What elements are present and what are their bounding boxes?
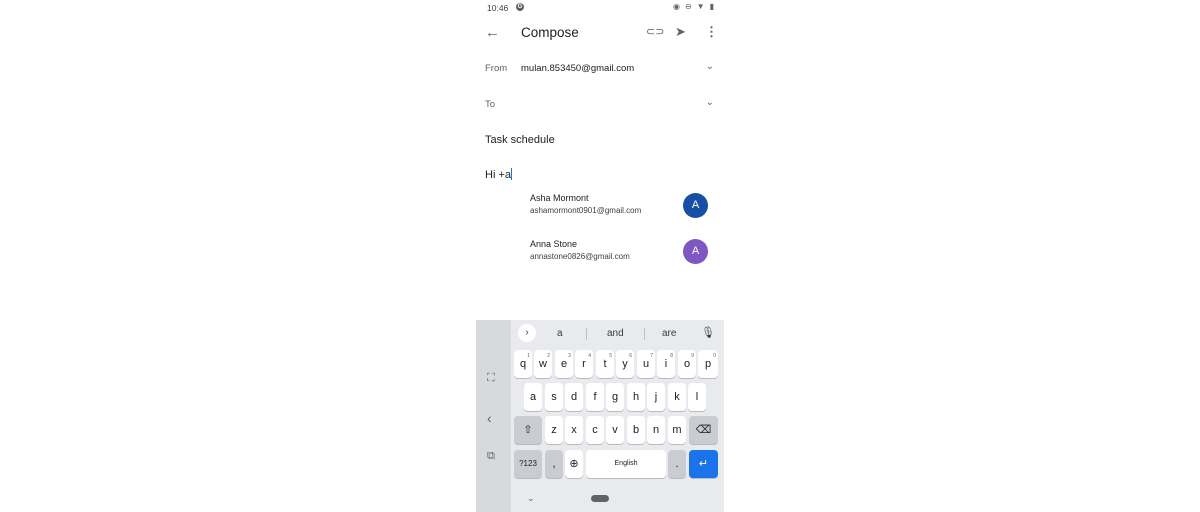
undock-icon[interactable]: ⧉ (487, 450, 495, 463)
subject-field[interactable]: Task schedule (485, 134, 555, 146)
word-suggestion[interactable]: a (557, 328, 563, 339)
key-g[interactable]: g (606, 383, 624, 411)
key-k[interactable]: k (668, 383, 686, 411)
eye-icon: ◉ (672, 2, 680, 11)
status-bar: 10:46 G ◉ ⊖ ▼ ▮ (476, 0, 724, 16)
resize-icon[interactable]: ⛶ (487, 372, 495, 385)
key-x[interactable]: x (565, 416, 583, 444)
key-l[interactable]: l (688, 383, 706, 411)
battery-icon: ▮ (709, 2, 714, 11)
key-d[interactable]: d (565, 383, 583, 411)
key-v[interactable]: v (606, 416, 624, 444)
key-p[interactable]: p0 (698, 350, 718, 378)
contact-suggestion[interactable]: Asha Mormont ashamormont0901@gmail.com A (530, 193, 708, 233)
key-y[interactable]: y6 (616, 350, 634, 378)
avatar: A (683, 239, 708, 264)
key-q[interactable]: q1 (514, 350, 532, 378)
wifi-icon: ▼ (696, 2, 705, 11)
dnd-icon: ⊖ (684, 2, 692, 11)
from-field[interactable]: mulan.853450@gmail.com (521, 63, 634, 74)
key-r[interactable]: r4 (575, 350, 593, 378)
home-handle[interactable] (591, 495, 609, 502)
chevron-down-icon[interactable]: ⌄ (706, 61, 714, 72)
to-row[interactable]: To ⌄ (485, 97, 714, 113)
space-key[interactable]: English (586, 450, 666, 478)
period-key[interactable]: . (668, 450, 686, 478)
contact-email: ashamormont0901@gmail.com (530, 206, 642, 215)
key-h[interactable]: h (627, 383, 645, 411)
attach-icon[interactable]: ⊂⊃ (646, 25, 664, 38)
app-bar: ← Compose ⊂⊃ ➤ ⋮ (476, 22, 724, 44)
globe-icon[interactable]: ⊕ (565, 450, 583, 478)
key-o[interactable]: o9 (678, 350, 696, 378)
app-notification-icon: G (516, 3, 524, 11)
contact-name: Asha Mormont (530, 193, 589, 203)
key-e[interactable]: e3 (555, 350, 573, 378)
navigation-bar: ⌄ (511, 493, 724, 509)
shift-key[interactable]: ⇧ (514, 416, 542, 444)
key-b[interactable]: b (627, 416, 645, 444)
to-label: To (485, 99, 496, 110)
key-i[interactable]: i8 (657, 350, 675, 378)
symbols-key[interactable]: ?123 (514, 450, 542, 478)
backspace-key[interactable]: ⌫ (689, 416, 718, 444)
key-u[interactable]: u7 (637, 350, 655, 378)
key-z[interactable]: z (545, 416, 563, 444)
soft-keyboard: ⛶ ‹ ⧉ › a and are 🎙 q1 w2 e3 r4 t5 y6 u7… (476, 320, 724, 512)
key-f[interactable]: f (586, 383, 604, 411)
send-icon[interactable]: ➤ (675, 24, 686, 40)
keyboard-side-panel: ⛶ ‹ ⧉ (476, 320, 511, 512)
word-suggestion[interactable]: are (662, 328, 676, 339)
phone-screen: 10:46 G ◉ ⊖ ▼ ▮ ← Compose ⊂⊃ ➤ ⋮ From mu… (476, 0, 724, 512)
word-suggestion[interactable]: and (607, 328, 624, 339)
collapse-left-icon[interactable]: ‹ (487, 410, 492, 426)
status-time: 10:46 (487, 3, 509, 13)
key-t[interactable]: t5 (596, 350, 614, 378)
key-a[interactable]: a (524, 383, 542, 411)
hide-keyboard-icon[interactable]: ⌄ (527, 493, 535, 504)
chevron-down-icon[interactable]: ⌄ (706, 97, 714, 108)
page-title: Compose (521, 25, 579, 40)
key-n[interactable]: n (647, 416, 665, 444)
back-arrow-icon[interactable]: ← (485, 24, 500, 41)
text-caret (511, 168, 512, 180)
more-options-icon[interactable]: ⋮ (705, 24, 718, 40)
key-c[interactable]: c (586, 416, 604, 444)
key-m[interactable]: m (668, 416, 686, 444)
contact-email: annastone0826@gmail.com (530, 252, 630, 261)
body-text: Hi +a (485, 169, 511, 181)
contact-suggestion[interactable]: Anna Stone annastone0826@gmail.com A (530, 239, 708, 279)
divider (586, 328, 587, 340)
status-icons: ◉ ⊖ ▼ ▮ (673, 2, 714, 11)
contact-name: Anna Stone (530, 239, 578, 249)
body-field[interactable]: Hi +a (485, 168, 512, 181)
divider (644, 328, 645, 340)
microphone-icon[interactable]: 🎙 (701, 326, 715, 339)
key-j[interactable]: j (647, 383, 665, 411)
expand-toolbar-icon[interactable]: › (518, 324, 536, 342)
enter-key[interactable]: ↵ (689, 450, 718, 478)
key-s[interactable]: s (545, 383, 563, 411)
from-row[interactable]: From mulan.853450@gmail.com ⌄ (485, 61, 714, 77)
comma-key[interactable]: , (545, 450, 563, 478)
from-label: From (485, 63, 508, 74)
avatar: A (683, 193, 708, 218)
key-w[interactable]: w2 (534, 350, 552, 378)
